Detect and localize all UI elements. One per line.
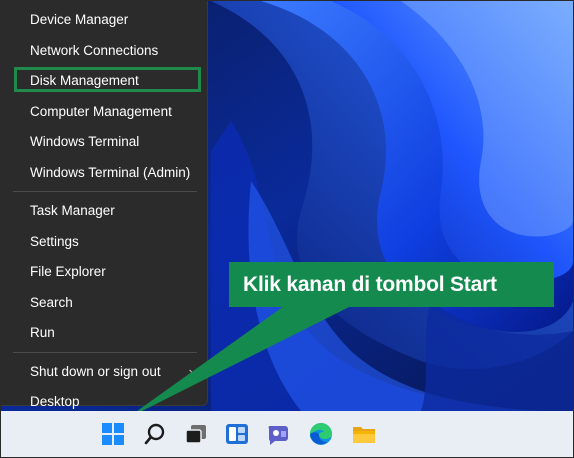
menu-item-task-manager[interactable]: Task Manager — [1, 196, 207, 227]
taskbar — [1, 411, 573, 457]
menu-item-label: Task Manager — [30, 203, 115, 218]
task-view-icon[interactable] — [182, 420, 210, 448]
menu-item-windows-terminal[interactable]: Windows Terminal — [1, 127, 207, 158]
menu-item-label: Network Connections — [30, 42, 159, 58]
menu-item-disk-management[interactable]: Disk Management — [1, 66, 207, 97]
menu-item-search[interactable]: Search — [1, 288, 207, 319]
menu-item-shut-down-or-sign-out[interactable]: Shut down or sign out › — [1, 357, 207, 388]
menu-item-network-connections[interactable]: Network Connections — [1, 36, 207, 67]
menu-item-label: Windows Terminal — [30, 134, 140, 149]
menu-item-run[interactable]: Run — [1, 318, 207, 349]
menu-item-label: Search — [30, 294, 73, 310]
file-explorer-icon[interactable] — [350, 420, 378, 448]
start-context-menu: Device Manager Network Connections Disk … — [1, 1, 208, 409]
menu-item-label: Disk Management — [30, 73, 139, 88]
menu-item-label: Device Manager — [30, 12, 129, 27]
menu-divider — [13, 351, 197, 353]
menu-item-label: Windows Terminal (Admin) — [30, 164, 191, 180]
menu-item-label: Run — [30, 325, 55, 340]
menu-item-label: Shut down or sign out — [30, 363, 161, 379]
teams-chat-icon[interactable] — [265, 420, 293, 448]
menu-item-label: Computer Management — [30, 103, 172, 119]
menu-item-label: Settings — [30, 233, 79, 249]
menu-item-windows-terminal-admin[interactable]: Windows Terminal (Admin) — [1, 158, 207, 189]
screen: Device Manager Network Connections Disk … — [0, 0, 574, 458]
menu-item-file-explorer[interactable]: File Explorer — [1, 257, 207, 288]
instruction-callout: Klik kanan di tombol Start — [229, 262, 554, 307]
menu-item-settings[interactable]: Settings — [1, 227, 207, 258]
search-icon[interactable] — [141, 420, 169, 448]
widgets-icon[interactable] — [223, 420, 251, 448]
start-icon[interactable] — [99, 420, 127, 448]
menu-item-label: Desktop — [30, 394, 80, 409]
menu-divider — [13, 191, 197, 192]
menu-item-device-manager[interactable]: Device Manager — [1, 5, 207, 36]
chevron-right-icon: › — [188, 363, 193, 379]
menu-item-label: File Explorer — [30, 264, 106, 279]
edge-icon[interactable] — [307, 420, 335, 448]
menu-item-computer-management[interactable]: Computer Management — [1, 97, 207, 128]
